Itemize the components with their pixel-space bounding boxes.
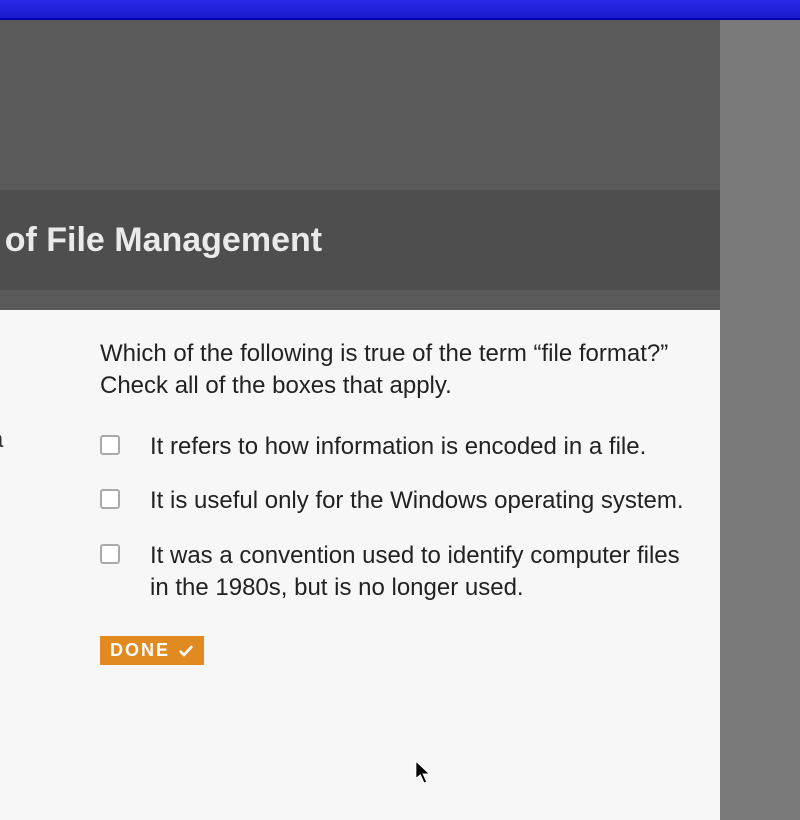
lesson-title-band: wledge of File Management <box>0 190 720 290</box>
options-list: It refers to how information is encoded … <box>100 431 688 605</box>
option-row: It refers to how information is encoded … <box>100 431 688 463</box>
option-label: It refers to how information is encoded … <box>150 431 646 463</box>
checkbox[interactable] <box>100 544 120 564</box>
done-button[interactable]: DONE <box>100 636 204 665</box>
window-title-bar <box>0 0 800 20</box>
option-row: It was a convention used to identify com… <box>100 540 688 605</box>
check-icon <box>178 643 194 659</box>
checkbox[interactable] <box>100 435 120 455</box>
app-frame: wledge of File Management d a Which of t… <box>0 20 720 800</box>
question-panel: d a Which of the following is true of th… <box>0 310 720 820</box>
done-button-label: DONE <box>110 640 170 661</box>
checkbox[interactable] <box>100 489 120 509</box>
option-label: It is useful only for the Windows operat… <box>150 485 684 517</box>
question-prompt: Which of the following is true of the te… <box>100 338 678 403</box>
option-label: It was a convention used to identify com… <box>150 540 688 605</box>
cutoff-text-fragment: d a <box>0 426 3 454</box>
option-row: It is useful only for the Windows operat… <box>100 485 688 517</box>
lesson-title: wledge of File Management <box>0 221 322 260</box>
